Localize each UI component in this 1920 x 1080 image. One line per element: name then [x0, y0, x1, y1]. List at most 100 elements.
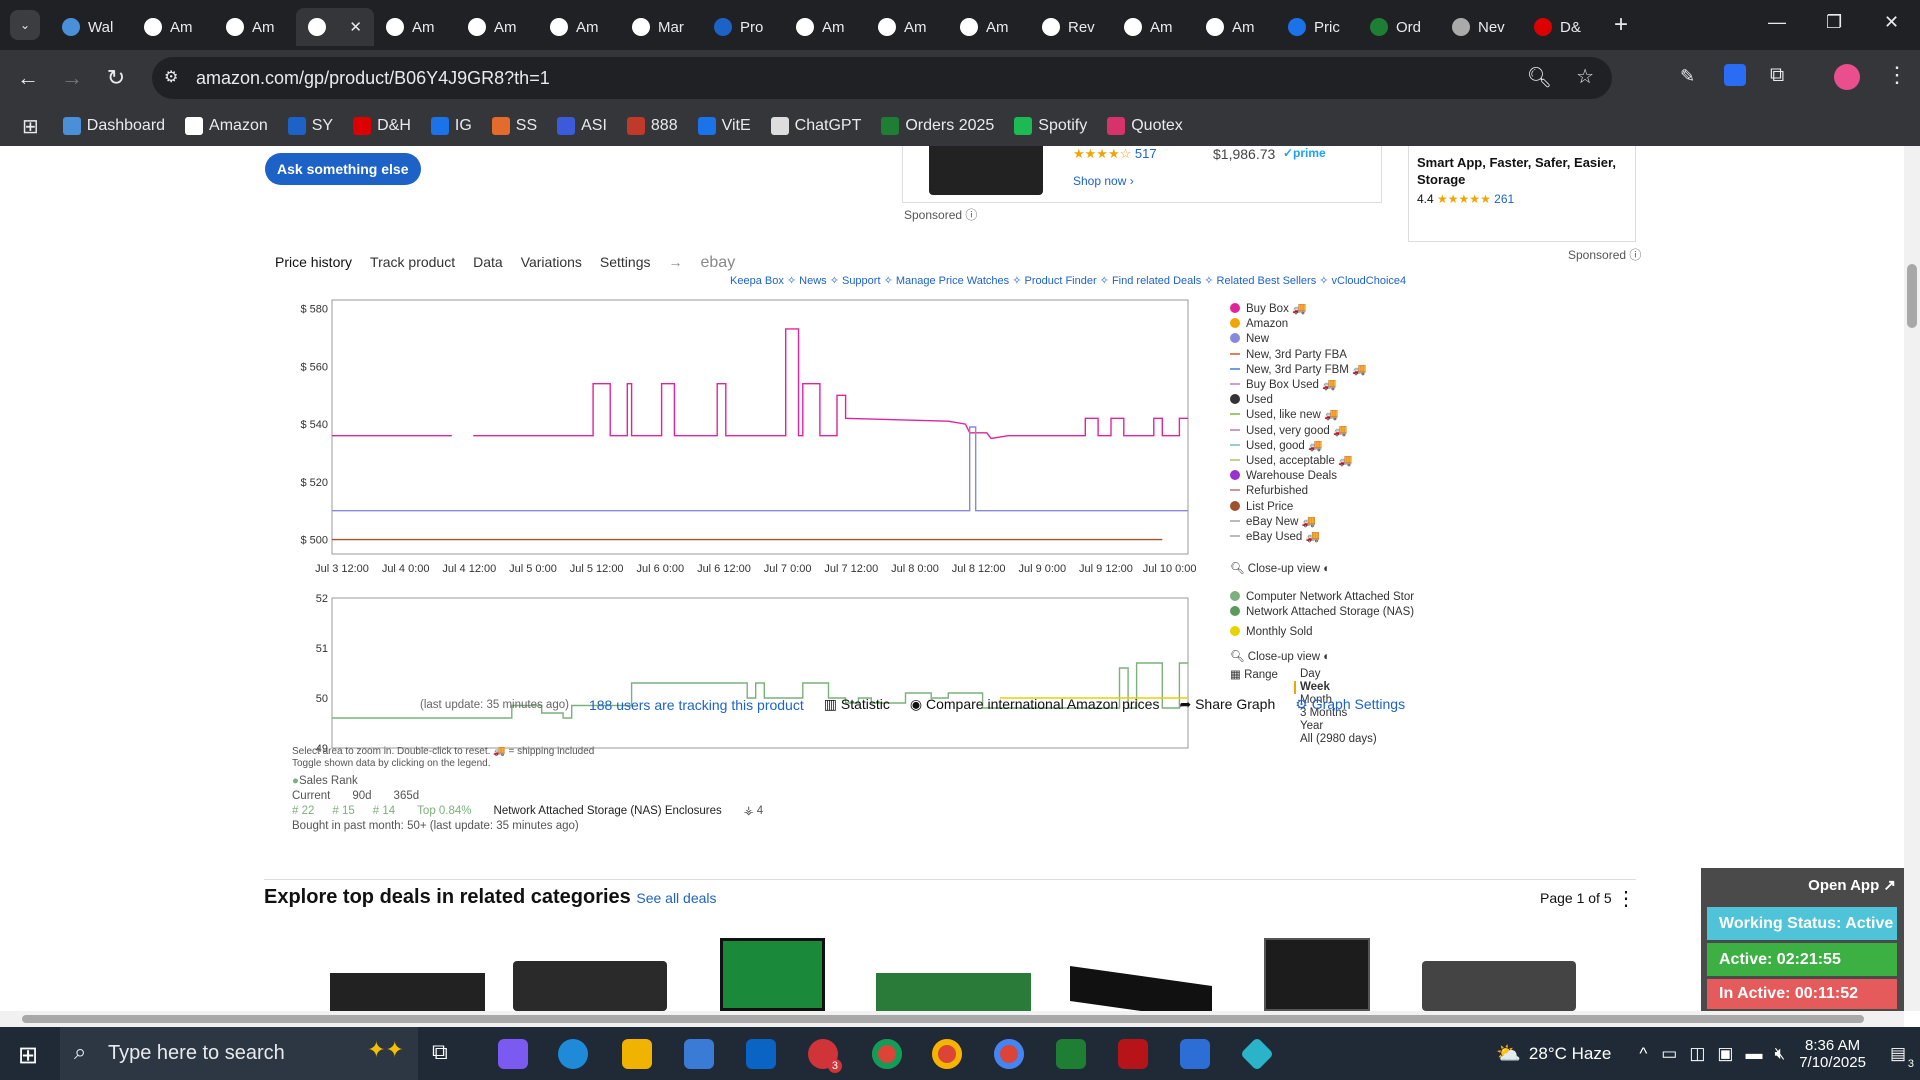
- tab-3[interactable]: ✕: [296, 8, 374, 46]
- legend-item-11[interactable]: Warehouse Deals: [1230, 469, 1366, 484]
- range-option-5[interactable]: All (2980 days): [1300, 733, 1377, 746]
- bookmark-1[interactable]: Amazon: [185, 117, 268, 135]
- sponsored-ad-product[interactable]: ★★★★☆ 517 $1,986.73 ✓prime Shop now ›: [902, 146, 1382, 203]
- reload-button[interactable]: ↻: [94, 65, 138, 91]
- product-image-wd[interactable]: [1264, 938, 1370, 1011]
- tab-18[interactable]: D&: [1522, 8, 1604, 46]
- zoom-icon[interactable]: 🔍︎: [1527, 65, 1552, 90]
- puzzle-icon[interactable]: ⧉: [1770, 64, 1784, 87]
- app-diamond-icon[interactable]: [1240, 1037, 1274, 1071]
- legend-item-4[interactable]: New, 3rd Party FBM 🚚: [1230, 363, 1366, 378]
- bookmark-10[interactable]: Orders 2025: [881, 117, 994, 135]
- new-tab-button[interactable]: +: [1614, 11, 1628, 39]
- site-info-icon[interactable]: ⚙: [164, 67, 178, 87]
- tab-10[interactable]: Am: [866, 8, 948, 46]
- legend-item-5[interactable]: Buy Box Used 🚚: [1230, 378, 1366, 393]
- tab-0[interactable]: Wal: [50, 8, 132, 46]
- apps-grid-icon[interactable]: ⊞: [22, 114, 39, 139]
- bookmark-8[interactable]: VitE: [697, 117, 751, 135]
- tab-17[interactable]: Nev: [1440, 8, 1522, 46]
- tab-search-button[interactable]: ⌄: [10, 10, 40, 40]
- scroll-thumb[interactable]: [1907, 264, 1917, 328]
- tab-6[interactable]: Am: [538, 8, 620, 46]
- rank-legend-item-1[interactable]: Network Attached Storage (NAS): [1230, 605, 1414, 620]
- product-image-transcend[interactable]: [876, 973, 1031, 1011]
- bookmark-4[interactable]: IG: [430, 117, 472, 135]
- bookmark-star-icon[interactable]: ☆: [1576, 64, 1594, 89]
- compare-prices-button[interactable]: ◉ Compare international Amazon prices: [910, 696, 1160, 713]
- bookmark-11[interactable]: Spotify: [1014, 117, 1087, 135]
- keepa-ebay[interactable]: ebay: [701, 254, 736, 272]
- chrome-icon[interactable]: [872, 1039, 902, 1069]
- excel-icon[interactable]: [1056, 1039, 1086, 1069]
- app-icon[interactable]: 3: [808, 1039, 842, 1073]
- bookmark-12[interactable]: Quotex: [1107, 117, 1183, 135]
- filezilla-icon[interactable]: [1118, 1039, 1148, 1069]
- menu-dots-icon[interactable]: ⋮: [1886, 62, 1908, 88]
- outlook-icon[interactable]: [746, 1039, 776, 1069]
- product-image-ssd[interactable]: [330, 973, 485, 1011]
- see-all-deals-link[interactable]: See all deals: [636, 890, 716, 906]
- tab-13[interactable]: Am: [1112, 8, 1194, 46]
- display-icon[interactable]: ▣: [1717, 1044, 1733, 1064]
- tracking-link[interactable]: 188 users are tracking this product: [589, 697, 804, 713]
- legend-item-14[interactable]: eBay New 🚚: [1230, 515, 1366, 530]
- chrome-icon-2[interactable]: [932, 1039, 962, 1069]
- legend-item-7[interactable]: Used, like new 🚚: [1230, 408, 1366, 423]
- ask-something-button[interactable]: Ask something else: [265, 153, 421, 185]
- legend-item-2[interactable]: New: [1230, 332, 1366, 347]
- statistic-button[interactable]: ▥ Statistic: [824, 696, 890, 713]
- copilot-icon[interactable]: [498, 1039, 528, 1069]
- tab-9[interactable]: Am: [784, 8, 866, 46]
- legend-item-10[interactable]: Used, acceptable 🚚: [1230, 454, 1366, 469]
- shop-now-link[interactable]: Shop now ›: [1073, 174, 1134, 188]
- legend-item-1[interactable]: Amazon: [1230, 317, 1366, 332]
- legend-item-12[interactable]: Refurbished: [1230, 484, 1366, 499]
- keepa-extension-icon[interactable]: [1724, 64, 1746, 86]
- calculator-icon[interactable]: [1180, 1039, 1210, 1069]
- legend-item-13[interactable]: List Price: [1230, 500, 1366, 515]
- plot-area[interactable]: [331, 299, 1189, 555]
- range-option-1[interactable]: Week: [1294, 681, 1377, 694]
- tab-4[interactable]: Am: [374, 8, 456, 46]
- rank-legend-item-2[interactable]: Monthly Sold: [1230, 625, 1414, 640]
- address-bar[interactable]: ⚙ amazon.com/gp/product/B06Y4J9GR8?th=1 …: [152, 57, 1612, 99]
- restore-button[interactable]: ❐: [1826, 12, 1842, 33]
- bookmark-5[interactable]: SS: [491, 117, 537, 135]
- camera-icon[interactable]: ◫: [1689, 1044, 1705, 1064]
- rank-legend[interactable]: Computer Network Attached Stor Network At…: [1230, 590, 1414, 641]
- taskbar-search[interactable]: ⌕ Type here to search ✦✦: [60, 1027, 418, 1080]
- network-icon[interactable]: ▭: [1661, 1044, 1677, 1064]
- rank-legend-item-0[interactable]: Computer Network Attached Stor: [1230, 590, 1414, 605]
- plot-area[interactable]: [331, 597, 1189, 749]
- range-option-0[interactable]: Day: [1300, 668, 1377, 681]
- battery-icon[interactable]: ▬: [1745, 1044, 1762, 1064]
- bookmark-6[interactable]: ASI: [557, 117, 607, 135]
- edge-icon[interactable]: [558, 1039, 588, 1069]
- product-image-seagate[interactable]: [720, 938, 825, 1011]
- back-button[interactable]: ←: [6, 65, 50, 91]
- minimize-button[interactable]: —: [1768, 12, 1786, 33]
- vertical-scrollbar[interactable]: [1904, 146, 1920, 1011]
- bookmark-9[interactable]: ChatGPT: [770, 117, 861, 135]
- product-image-samsung[interactable]: [513, 961, 667, 1011]
- legend-item-15[interactable]: eBay Used 🚚: [1230, 530, 1366, 545]
- tab-1[interactable]: Am: [132, 8, 214, 46]
- product-image-ram[interactable]: [1070, 966, 1212, 1011]
- price-legend[interactable]: Buy Box 🚚 Amazon New New, 3rd Party FBA New,…: [1230, 302, 1366, 545]
- windows-start-icon[interactable]: ⊞: [18, 1041, 38, 1070]
- legend-item-9[interactable]: Used, good 🚚: [1230, 439, 1366, 454]
- avatar[interactable]: [1834, 64, 1860, 90]
- tab-5[interactable]: Am: [456, 8, 538, 46]
- keepa-tab-3[interactable]: Variations: [521, 254, 582, 272]
- keepa-tab-1[interactable]: Track product: [370, 254, 455, 272]
- close-window-button[interactable]: ✕: [1884, 12, 1899, 33]
- open-app-button[interactable]: Open App ↗: [1808, 876, 1896, 894]
- forward-button[interactable]: →: [50, 65, 94, 91]
- closeup-toggle-2[interactable]: 🔍︎ Close-up view ◐: [1230, 650, 1330, 665]
- bookmark-7[interactable]: 888: [626, 117, 678, 135]
- chevron-up-icon[interactable]: ^: [1639, 1044, 1647, 1064]
- weather-text[interactable]: 28°C Haze: [1529, 1044, 1611, 1064]
- tab-7[interactable]: Mar: [620, 8, 702, 46]
- chrome-icon-3[interactable]: [994, 1039, 1024, 1069]
